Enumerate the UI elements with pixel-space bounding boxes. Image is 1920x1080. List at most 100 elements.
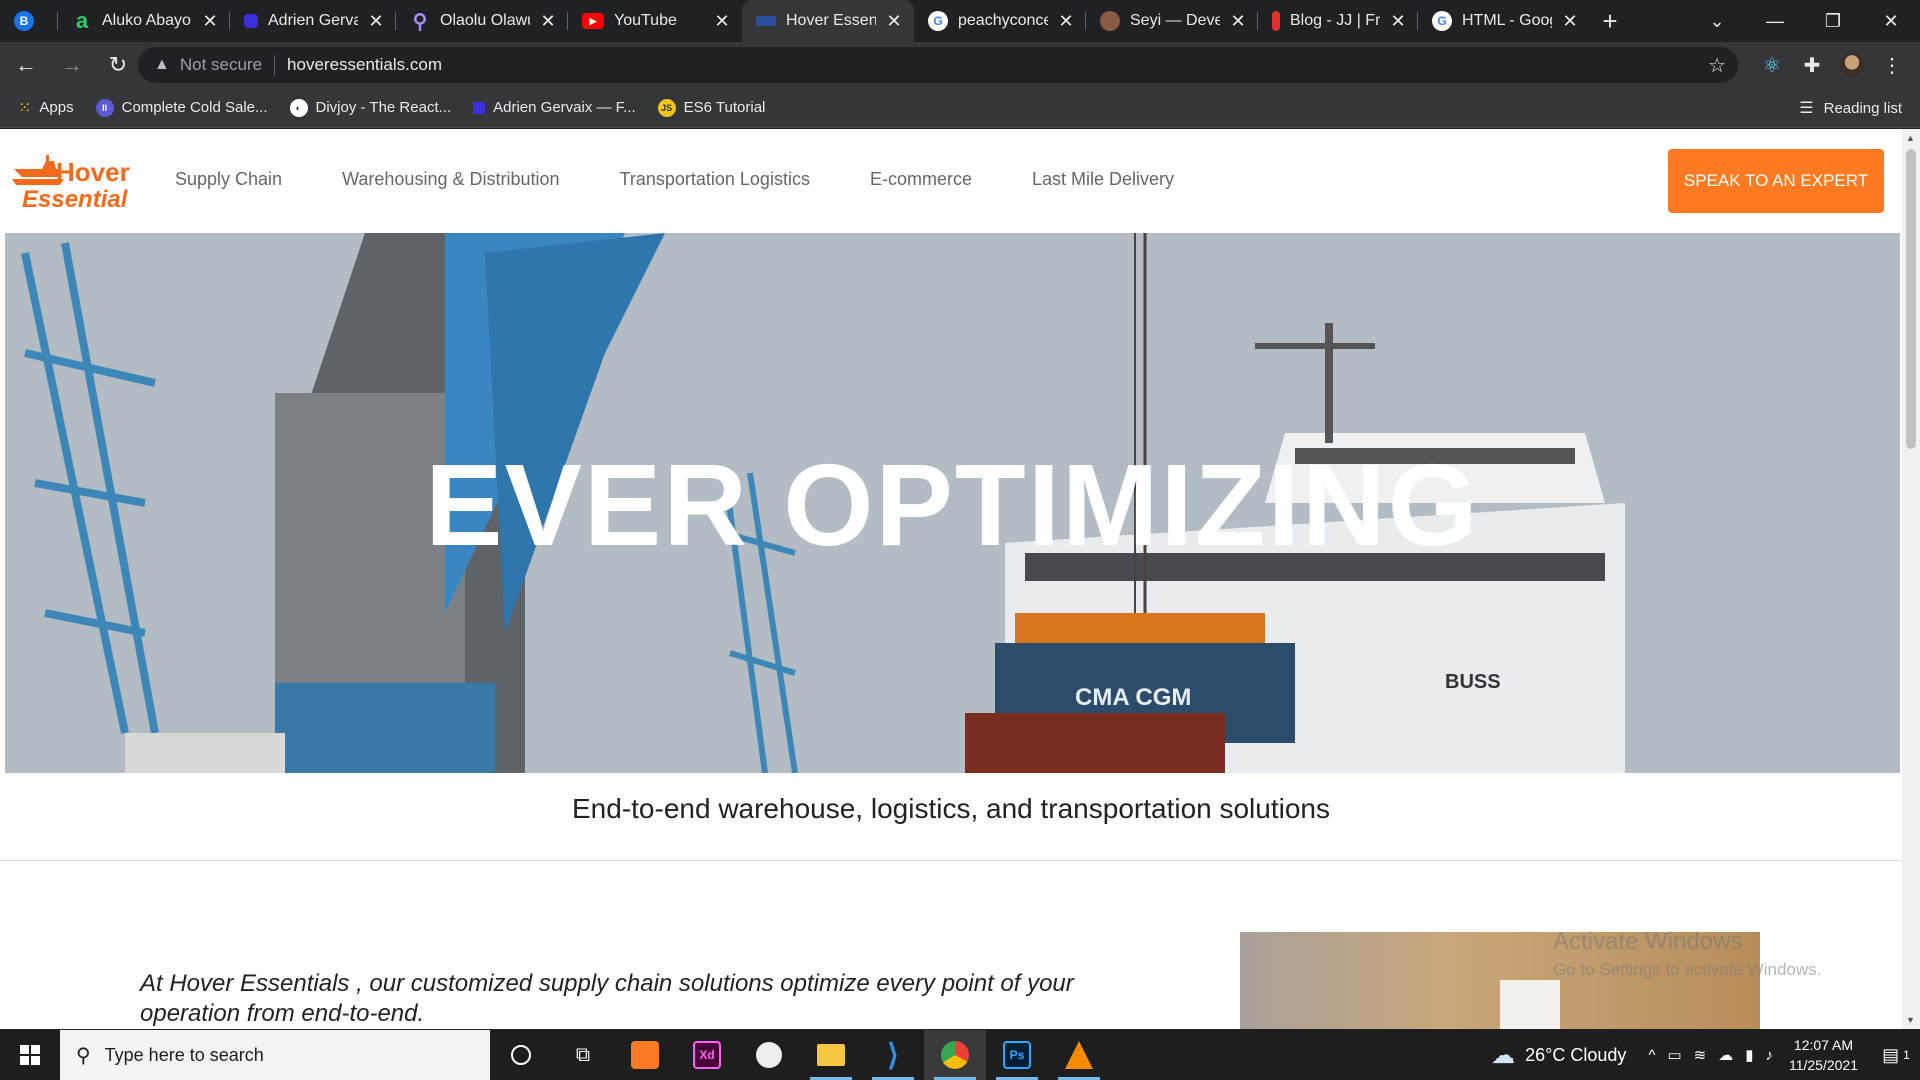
photoshop-icon[interactable]: Ps	[986, 1030, 1048, 1080]
weather-widget[interactable]: ☁ 26°C Cloudy	[1491, 1041, 1626, 1070]
divider	[274, 55, 276, 75]
intro-paragraph: At Hover Essentials , our customized sup…	[140, 970, 1074, 1027]
bookmark-label: Adrien Gervaix — F...	[493, 99, 636, 116]
back-arrow-icon[interactable]: ←	[6, 45, 46, 85]
logo-text-hover: Hover	[56, 157, 130, 187]
windows-taskbar: ⚲ Type here to search ⧉ Xd ⟩ Ps ☁ 26°C C…	[0, 1030, 1920, 1080]
meet-now-icon[interactable]: ▭	[1667, 1046, 1681, 1064]
tab-close-icon[interactable]: ✕	[1228, 11, 1248, 32]
restore-icon[interactable]: ❐	[1804, 0, 1862, 42]
notification-center[interactable]: ▤ 1	[1872, 1030, 1920, 1080]
bookmark-cold-sale[interactable]: II Complete Cold Sale...	[95, 98, 268, 117]
tab-0[interactable]: B	[0, 0, 58, 42]
tab-close-icon[interactable]: ✕	[884, 11, 904, 32]
tab-title: YouTube	[614, 12, 677, 29]
tab-9[interactable]: G HTML - Google ✕	[1418, 0, 1590, 42]
tab-7[interactable]: Seyi — Developer ✕	[1086, 0, 1258, 42]
tab-close-icon[interactable]: ✕	[366, 11, 386, 32]
profile-avatar[interactable]	[1832, 47, 1872, 83]
tab-close-icon[interactable]: ✕	[1056, 11, 1076, 32]
bookmark-adrien[interactable]: Adrien Gervaix — F...	[473, 99, 636, 116]
extensions-puzzle-icon[interactable]: ✚	[1792, 47, 1832, 83]
new-tab-button[interactable]: +	[1590, 0, 1630, 42]
nav-transportation[interactable]: Transportation Logistics	[620, 169, 810, 190]
tab-title: peachyconcept	[958, 12, 1048, 29]
more-menu-icon[interactable]: ⋮	[1872, 47, 1912, 83]
hero-title: EVER OPTIMIZING	[425, 440, 1480, 570]
reading-list[interactable]: ☰ Reading list	[1799, 98, 1902, 118]
nav-ecommerce[interactable]: E-commerce	[870, 169, 972, 190]
volume-icon[interactable]: ♪	[1765, 1047, 1773, 1064]
bookmark-divjoy[interactable]: ◐ Divjoy - The React...	[289, 98, 451, 117]
chevron-up-icon[interactable]: ^	[1648, 1047, 1655, 1064]
tab-close-icon[interactable]: ✕	[538, 11, 558, 32]
vlc-icon[interactable]	[1048, 1030, 1110, 1080]
tab-5-active[interactable]: Hover Essentials ✕	[742, 0, 914, 42]
adobe-xd-icon[interactable]: Xd	[676, 1030, 738, 1080]
search-placeholder: Type here to search	[104, 1044, 264, 1065]
hover-essentials-logo[interactable]: Hover Essential	[12, 151, 134, 213]
warning-triangle-icon[interactable]: ▲	[154, 56, 170, 74]
page-scrollbar[interactable]: ▲ ▼	[1902, 129, 1920, 1029]
tab-close-icon[interactable]: ✕	[712, 11, 732, 32]
tab-3[interactable]: ⚲ Olaolu Olawuyi ✕	[396, 0, 568, 42]
page-viewport: Hover Essential Supply Chain Warehousing…	[0, 129, 1920, 1029]
react-devtools-icon[interactable]: ⚛	[1752, 47, 1792, 83]
tab-close-icon[interactable]: ✕	[1560, 11, 1580, 32]
tab-1[interactable]: a Aluko Abayomi ✕	[58, 0, 230, 42]
bookmark-apps[interactable]: ⁙ Apps	[18, 98, 74, 118]
tab-favicon-icon	[1272, 11, 1280, 31]
tab-favicon-icon	[1100, 11, 1120, 31]
reading-list-label: Reading list	[1823, 99, 1902, 117]
xampp-icon[interactable]	[614, 1030, 676, 1080]
windows-start-icon[interactable]	[0, 1030, 60, 1080]
bookmark-label: Apps	[39, 99, 74, 116]
reading-list-icon: ☰	[1799, 100, 1814, 117]
file-explorer-icon[interactable]	[800, 1030, 862, 1080]
tab-search-chevron-icon[interactable]: ⌄	[1688, 0, 1746, 42]
tab-2[interactable]: Adrien Gervaix ✕	[230, 0, 396, 42]
system-clock[interactable]: 12:07 AM 11/25/2021	[1789, 1035, 1858, 1075]
tab-title: Blog - JJ | Front	[1290, 12, 1380, 29]
tab-close-icon[interactable]: ✕	[1388, 11, 1408, 32]
scrollbar-thumb[interactable]	[1906, 149, 1916, 449]
toolbar-extensions: ⚛ ✚ ⋮	[1752, 47, 1912, 83]
bookmark-star-icon[interactable]: ☆	[1708, 53, 1726, 78]
youtube-icon: ▶	[582, 13, 604, 29]
close-window-icon[interactable]: ✕	[1862, 0, 1920, 42]
google-icon: G	[1432, 11, 1452, 31]
bookmark-es6[interactable]: JS ES6 Tutorial	[657, 98, 765, 117]
nav-warehousing[interactable]: Warehousing & Distribution	[342, 169, 559, 190]
clock-app-icon[interactable]	[738, 1030, 800, 1080]
onedrive-icon[interactable]: ☁	[1718, 1046, 1733, 1064]
security-status[interactable]: Not secure	[180, 55, 262, 75]
speak-to-expert-button[interactable]: SPEAK TO AN EXPERT	[1668, 149, 1884, 213]
tab-8[interactable]: Blog - JJ | Front ✕	[1258, 0, 1418, 42]
cortana-icon[interactable]	[490, 1030, 552, 1080]
box-label-sticker	[1500, 980, 1560, 1029]
tab-title: Seyi — Developer	[1130, 12, 1220, 29]
chrome-icon[interactable]	[924, 1030, 986, 1080]
scroll-down-icon[interactable]: ▼	[1906, 1015, 1915, 1025]
task-view-icon[interactable]: ⧉	[552, 1030, 614, 1080]
wifi-icon[interactable]: ≋	[1694, 1046, 1707, 1064]
url-text[interactable]: hoveressentials.com	[287, 55, 442, 75]
minimize-icon[interactable]: —	[1746, 0, 1804, 42]
browser-toolbar: ← → ↻ ▲ Not secure hoveressentials.com ☆…	[0, 42, 1920, 88]
battery-icon[interactable]: ▮	[1745, 1046, 1753, 1064]
reload-icon[interactable]: ↻	[98, 45, 138, 85]
vscode-icon[interactable]: ⟩	[862, 1030, 924, 1080]
forward-arrow-icon[interactable]: →	[52, 45, 92, 85]
tab-favicon-icon: B	[14, 11, 34, 31]
tab-close-icon[interactable]: ✕	[200, 11, 220, 32]
globe-icon: ◐	[289, 98, 308, 117]
nav-supply-chain[interactable]: Supply Chain	[175, 169, 282, 190]
address-bar[interactable]: ▲ Not secure hoveressentials.com ☆	[138, 47, 1738, 83]
site-header: Hover Essential Supply Chain Warehousing…	[0, 129, 1902, 233]
taskbar-search-input[interactable]: ⚲ Type here to search	[60, 1030, 490, 1080]
nav-last-mile[interactable]: Last Mile Delivery	[1032, 169, 1174, 190]
tab-4[interactable]: ▶ YouTube ✕	[568, 0, 742, 42]
tab-title: Olaolu Olawuyi	[440, 12, 530, 29]
tab-6[interactable]: G peachyconcept ✕	[914, 0, 1086, 42]
scroll-up-icon[interactable]: ▲	[1906, 133, 1915, 143]
